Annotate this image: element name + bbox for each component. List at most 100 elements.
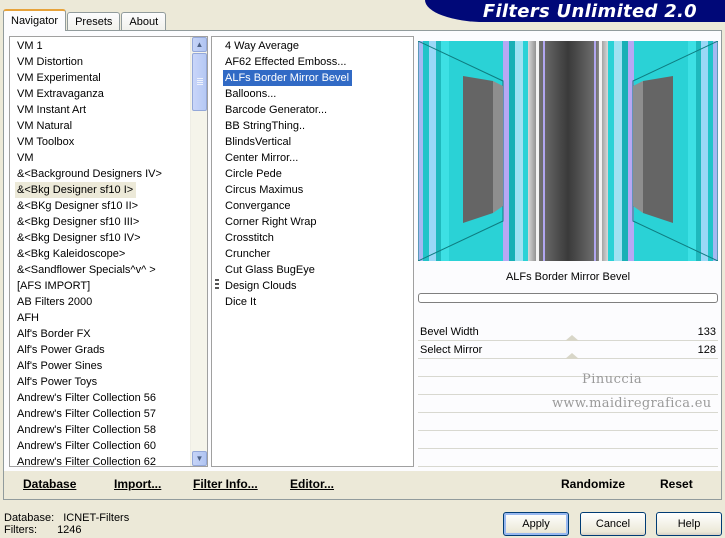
reset-button[interactable]: Reset bbox=[660, 477, 693, 491]
watermark-name: Pinuccia bbox=[582, 372, 643, 387]
category-item[interactable]: VM bbox=[15, 150, 162, 166]
category-item[interactable]: VM 1 bbox=[15, 38, 162, 54]
filter-item[interactable]: Balloons... bbox=[223, 86, 352, 102]
filter-item[interactable]: Cut Glass BugEye bbox=[223, 262, 352, 278]
category-item-label: Andrew's Filter Collection 56 bbox=[17, 392, 157, 404]
filter-item-label: Crosstitch bbox=[225, 232, 274, 244]
category-scrollbar[interactable]: ▲ ▼ bbox=[190, 37, 207, 466]
filter-item[interactable]: Crosstitch bbox=[223, 230, 352, 246]
category-item-label: VM 1 bbox=[17, 40, 43, 52]
category-item[interactable]: &<Background Designers IV> bbox=[15, 166, 162, 182]
apply-button[interactable]: Apply bbox=[503, 512, 569, 536]
filter-item[interactable]: ALFs Border Mirror Bevel bbox=[223, 70, 353, 86]
scroll-up-icon[interactable]: ▲ bbox=[192, 37, 207, 52]
filter-item[interactable]: Cruncher bbox=[223, 246, 352, 262]
status-filters-label: Filters: bbox=[4, 524, 37, 536]
filter-item-label: Balloons... bbox=[225, 88, 277, 100]
category-item[interactable]: &<Bkg Designer sf10 I> bbox=[15, 182, 162, 198]
category-item-label: &<Background Designers IV> bbox=[17, 168, 162, 180]
filter-item[interactable]: Dice It bbox=[223, 294, 352, 310]
tab-about[interactable]: About bbox=[121, 12, 167, 31]
category-item[interactable]: AB Filters 2000 bbox=[15, 294, 162, 310]
scroll-down-icon[interactable]: ▼ bbox=[192, 451, 207, 466]
category-item[interactable]: Alf's Power Toys bbox=[15, 374, 162, 390]
parameter-list: Bevel Width 133 Select Mirror 128 bbox=[418, 323, 718, 467]
category-item[interactable]: &<Sandflower Specials^v^ > bbox=[15, 262, 162, 278]
cancel-button[interactable]: Cancel bbox=[580, 512, 646, 536]
category-item-label: AB Filters 2000 bbox=[17, 296, 93, 308]
help-button[interactable]: Help bbox=[656, 512, 722, 536]
category-item[interactable]: VM Natural bbox=[15, 118, 162, 134]
filter-item[interactable]: 4 Way Average bbox=[223, 38, 352, 54]
category-item-label: VM bbox=[17, 152, 34, 164]
category-item[interactable]: Andrew's Filter Collection 56 bbox=[15, 390, 162, 406]
category-item-label: VM Natural bbox=[17, 120, 73, 132]
filter-list[interactable]: 4 Way Average AF62 Effected Emboss... ALFs… bbox=[211, 36, 414, 467]
filter-item[interactable]: BB StringThing.. bbox=[223, 118, 352, 134]
import-button[interactable]: Import... bbox=[114, 477, 161, 491]
param-empty bbox=[418, 449, 718, 467]
tab-navigator[interactable]: Navigator bbox=[3, 9, 67, 31]
category-item-label: &<Sandflower Specials^v^ > bbox=[17, 264, 156, 276]
category-item[interactable]: Alf's Border FX bbox=[15, 326, 162, 342]
tab-presets[interactable]: Presets bbox=[67, 12, 121, 31]
database-button[interactable]: Database bbox=[23, 477, 76, 491]
resize-grip-icon[interactable] bbox=[215, 279, 219, 291]
category-item-label: &<Bkg Designer sf10 III> bbox=[17, 216, 140, 228]
filter-item[interactable]: Circus Maximus bbox=[223, 182, 352, 198]
category-item[interactable]: Andrew's Filter Collection 58 bbox=[15, 422, 162, 438]
category-item[interactable]: [AFS IMPORT] bbox=[15, 278, 162, 294]
category-item[interactable]: VM Instant Art bbox=[15, 102, 162, 118]
category-item-label: Andrew's Filter Collection 57 bbox=[17, 408, 157, 420]
category-item-label: VM Toolbox bbox=[17, 136, 75, 148]
filter-item[interactable]: AF62 Effected Emboss... bbox=[223, 54, 352, 70]
category-item[interactable]: Andrew's Filter Collection 60 bbox=[15, 438, 162, 454]
app-title: Filters Unlimited 2.0 bbox=[482, 1, 697, 22]
category-item[interactable]: Andrew's Filter Collection 62 bbox=[15, 454, 162, 467]
category-item-label: VM Distortion bbox=[17, 56, 84, 68]
filter-title: ALFs Border Mirror Bevel bbox=[505, 271, 631, 283]
category-item[interactable]: &<Bkg Designer sf10 III> bbox=[15, 214, 162, 230]
randomize-button[interactable]: Randomize bbox=[561, 477, 625, 491]
param-select-mirror[interactable]: Select Mirror 128 bbox=[418, 341, 718, 359]
category-item[interactable]: Alf's Power Sines bbox=[15, 358, 162, 374]
param-value: 128 bbox=[697, 344, 716, 356]
filter-item[interactable]: Design Clouds bbox=[223, 278, 352, 294]
category-item[interactable]: VM Distortion bbox=[15, 54, 162, 70]
category-item-label: Andrew's Filter Collection 62 bbox=[17, 456, 157, 467]
navigator-panel: VM 1 VM Distortion VM Experimental VM Extra… bbox=[3, 30, 722, 500]
category-item[interactable]: AFH bbox=[15, 310, 162, 326]
filter-item[interactable]: Corner Right Wrap bbox=[223, 214, 352, 230]
category-item-label: Alf's Power Grads bbox=[17, 344, 105, 356]
filter-item[interactable]: Circle Pede bbox=[223, 166, 352, 182]
category-item[interactable]: &<Bkg Kaleidoscope> bbox=[15, 246, 162, 262]
param-value: 133 bbox=[697, 326, 716, 338]
category-item-label: Alf's Power Toys bbox=[17, 376, 98, 388]
editor-button[interactable]: Editor... bbox=[290, 477, 334, 491]
category-list[interactable]: VM 1 VM Distortion VM Experimental VM Extra… bbox=[9, 36, 208, 467]
status-filters: Filters: 1246 bbox=[4, 524, 82, 536]
category-item[interactable]: VM Extravaganza bbox=[15, 86, 162, 102]
category-item[interactable]: VM Toolbox bbox=[15, 134, 162, 150]
filter-item-label: BlindsVertical bbox=[225, 136, 292, 148]
category-item-label: VM Extravaganza bbox=[17, 88, 104, 100]
param-label: Bevel Width bbox=[420, 326, 479, 338]
watermark-url: www.maidiregrafica.eu bbox=[552, 396, 712, 411]
filter-item[interactable]: BlindsVertical bbox=[223, 134, 352, 150]
scroll-thumb[interactable] bbox=[192, 53, 207, 111]
filter-item-label: Design Clouds bbox=[225, 280, 297, 292]
filter-item[interactable]: Convergance bbox=[223, 198, 352, 214]
filter-item[interactable]: Center Mirror... bbox=[223, 150, 352, 166]
category-item[interactable]: &<BKg Designer sf10 II> bbox=[15, 198, 162, 214]
category-item[interactable]: &<Bkg Designer sf10 IV> bbox=[15, 230, 162, 246]
filter-item-label: Circus Maximus bbox=[225, 184, 304, 196]
filter-info-button[interactable]: Filter Info... bbox=[193, 477, 258, 491]
filter-item-label: 4 Way Average bbox=[225, 40, 299, 52]
category-item[interactable]: Alf's Power Grads bbox=[15, 342, 162, 358]
status-filters-value: 1246 bbox=[57, 524, 82, 536]
category-item[interactable]: Andrew's Filter Collection 57 bbox=[15, 406, 162, 422]
category-item-label: Alf's Power Sines bbox=[17, 360, 103, 372]
filter-item[interactable]: Barcode Generator... bbox=[223, 102, 352, 118]
category-item[interactable]: VM Experimental bbox=[15, 70, 162, 86]
param-bevel-width[interactable]: Bevel Width 133 bbox=[418, 323, 718, 341]
